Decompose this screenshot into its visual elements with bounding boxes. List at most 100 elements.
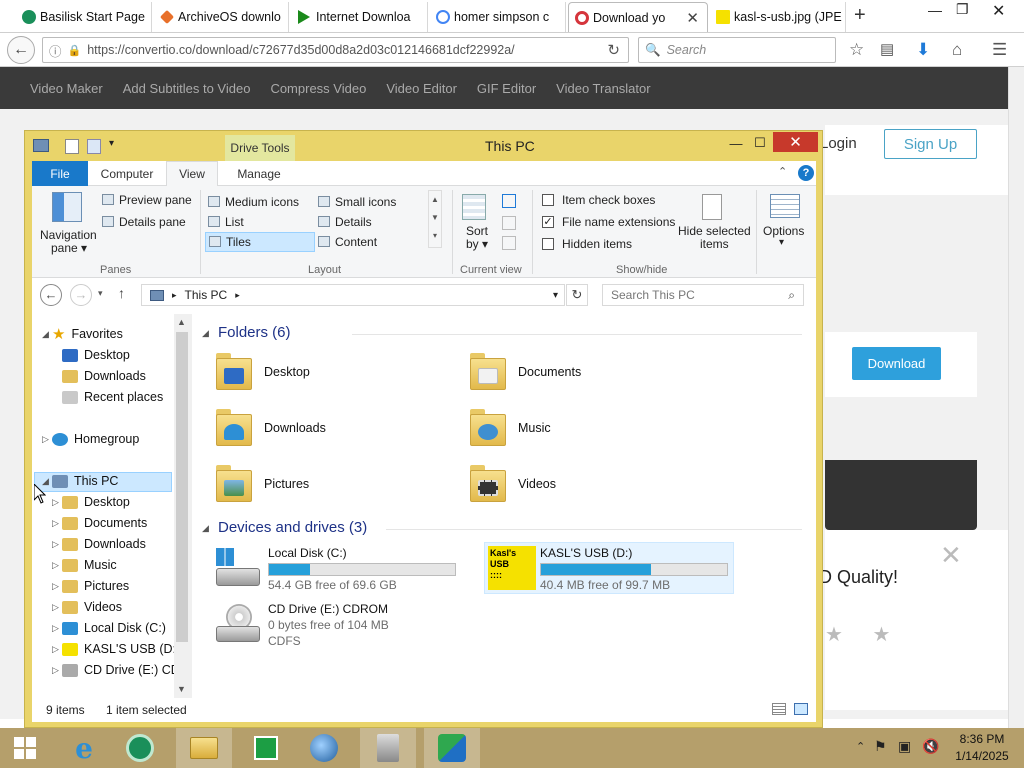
menu-icon[interactable]: ☰ xyxy=(992,40,1007,60)
up-icon[interactable]: ↑ xyxy=(118,285,125,301)
nav-this-pc[interactable]: This PC xyxy=(52,471,118,491)
volume-muted-icon[interactable]: 🔇 xyxy=(922,738,939,755)
browser-search-input[interactable]: 🔍 Search xyxy=(638,37,836,63)
close-browser-button[interactable]: ✕ xyxy=(992,1,1005,21)
refresh-icon[interactable]: ↻ xyxy=(566,284,588,306)
action-center-icon[interactable]: ⚑ xyxy=(874,738,887,755)
explorer-titlebar[interactable]: ▾ Drive Tools This PC — ☐ ✕ xyxy=(25,131,822,161)
taskbar-download-manager[interactable] xyxy=(424,728,480,768)
nav-scrollbar-thumb[interactable] xyxy=(176,332,188,642)
network-icon[interactable]: ▣ xyxy=(898,738,911,755)
reload-icon[interactable]: ↻ xyxy=(607,41,620,59)
download-button[interactable]: Download xyxy=(852,347,941,380)
site-nav-add-subtitles[interactable]: Add Subtitles to Video xyxy=(123,81,251,96)
site-nav-video-maker[interactable]: Video Maker xyxy=(30,81,103,96)
taskbar-usb-tool[interactable] xyxy=(360,728,416,768)
hide-selected-items-button[interactable]: Hide selected items xyxy=(674,190,752,256)
preview-pane-button[interactable]: Preview pane xyxy=(102,193,192,207)
collapse-drives-icon[interactable]: ◢ xyxy=(202,523,209,534)
nav-local-disk[interactable]: Local Disk (C:) xyxy=(62,618,166,638)
layout-tiles[interactable]: Tiles xyxy=(205,232,315,252)
reader-list-icon[interactable]: ▤ xyxy=(880,40,894,58)
login-link[interactable]: Login xyxy=(820,135,857,152)
tab-kasl-usb-jpg[interactable]: kasl-s-usb.jpg (JPE xyxy=(710,2,846,32)
restore-browser-button[interactable]: ❐ xyxy=(956,1,969,18)
new-folder-icon[interactable] xyxy=(87,139,101,154)
favorites-expand-icon[interactable]: ◢ xyxy=(42,329,49,340)
folders-header[interactable]: Folders (6) xyxy=(218,324,291,341)
drive-local-disk[interactable]: Local Disk (C:) 54.4 GB free of 69.6 GB xyxy=(214,546,456,592)
item-check-boxes-checkbox[interactable] xyxy=(542,194,554,206)
taskbar-store[interactable] xyxy=(238,728,294,768)
folder-pictures[interactable]: Pictures xyxy=(214,462,309,506)
layout-content[interactable]: Content xyxy=(318,235,377,249)
clock[interactable]: 8:36 PM 1/14/2025 xyxy=(944,731,1020,765)
explorer-search-input[interactable]: Search This PC ⌕ xyxy=(602,284,804,306)
site-nav-video-editor[interactable]: Video Editor xyxy=(386,81,457,96)
homegroup-expand-icon[interactable]: ▷ xyxy=(42,434,49,445)
sort-by-button[interactable]: Sort by ▾ xyxy=(458,190,494,256)
close-tab-icon[interactable]: ✕ xyxy=(680,9,699,27)
folder-music[interactable]: Music xyxy=(468,406,551,450)
signup-button[interactable]: Sign Up xyxy=(884,129,977,159)
recent-locations-icon[interactable]: ▾ xyxy=(98,288,103,299)
start-button[interactable] xyxy=(0,728,50,768)
taskbar-basilisk[interactable] xyxy=(112,728,168,768)
folder-documents[interactable]: Documents xyxy=(468,350,581,394)
minimize-button[interactable]: — xyxy=(725,132,747,154)
layout-list[interactable]: List xyxy=(208,215,244,229)
bookmark-star-icon[interactable]: ☆ xyxy=(849,40,864,60)
details-pane-button[interactable]: Details pane xyxy=(102,215,186,229)
nav-music[interactable]: Music xyxy=(62,555,117,575)
tab-view[interactable]: View xyxy=(166,161,218,186)
nav-usb[interactable]: KASL'S USB (D:) xyxy=(62,639,180,659)
nav-cd-drive[interactable]: CD Drive (E:) CDF xyxy=(62,660,187,680)
nav-scroll-down-icon[interactable]: ▼ xyxy=(177,684,186,694)
taskbar-internet-explorer[interactable]: e xyxy=(56,728,112,768)
new-tab-button[interactable]: + xyxy=(854,4,866,27)
address-bar[interactable]: ▸ This PC ▸ ▾ xyxy=(141,284,565,306)
hidden-items-label[interactable]: Hidden items xyxy=(562,237,632,251)
info-icon[interactable]: ⓘ xyxy=(49,41,62,60)
back-button[interactable]: ← xyxy=(7,36,35,64)
address-dropdown-icon[interactable]: ▾ xyxy=(553,290,558,301)
nav-videos[interactable]: Videos xyxy=(62,597,122,617)
nav-downloads[interactable]: Downloads xyxy=(62,534,146,554)
file-name-extensions-label[interactable]: File name extensions xyxy=(562,215,675,229)
show-hidden-icons[interactable]: ⌃ xyxy=(856,740,865,753)
tab-archiveos[interactable]: ArchiveOS downlo xyxy=(154,2,289,32)
tab-homer-simpson[interactable]: homer simpson c xyxy=(430,2,566,32)
large-icons-view-icon[interactable] xyxy=(794,703,808,715)
nav-fav-desktop[interactable]: Desktop xyxy=(62,345,130,365)
navigation-pane-button[interactable]: Navigation pane ▾ xyxy=(36,188,98,258)
taskbar-file-explorer[interactable] xyxy=(176,728,232,768)
nav-fav-downloads[interactable]: Downloads xyxy=(62,366,146,386)
rating-stars[interactable]: ★ ★ xyxy=(825,622,902,647)
nav-pictures[interactable]: Pictures xyxy=(62,576,129,596)
home-icon[interactable]: ⌂ xyxy=(952,40,962,60)
nav-homegroup[interactable]: Homegroup xyxy=(52,429,139,449)
site-nav-gif-editor[interactable]: GIF Editor xyxy=(477,81,536,96)
properties-icon[interactable] xyxy=(65,139,79,154)
collapse-ribbon-icon[interactable]: ⌃ xyxy=(778,165,787,178)
options-button[interactable]: Options ▾ xyxy=(760,190,810,256)
folder-videos[interactable]: Videos xyxy=(468,462,556,506)
help-icon[interactable]: ? xyxy=(798,165,814,181)
tab-computer[interactable]: Computer xyxy=(92,161,162,186)
layout-small-icons[interactable]: Small icons xyxy=(318,195,396,209)
nav-scroll-up-icon[interactable]: ▲ xyxy=(177,317,186,327)
quick-access-dropdown-icon[interactable]: ▾ xyxy=(109,138,114,149)
close-popup-icon[interactable]: ✕ xyxy=(940,540,962,571)
page-scrollbar[interactable] xyxy=(1008,67,1024,728)
nav-recent-places[interactable]: Recent places xyxy=(62,387,163,407)
back-icon[interactable]: ← xyxy=(40,284,62,306)
group-by-icon[interactable] xyxy=(502,194,516,208)
url-bar[interactable]: ⓘ 🔒 https://convertio.co/download/c72677… xyxy=(42,37,629,63)
tab-basilisk[interactable]: Basilisk Start Page xyxy=(16,2,152,32)
drives-header[interactable]: Devices and drives (3) xyxy=(218,519,367,536)
tab-manage[interactable]: Manage xyxy=(224,161,294,186)
nav-documents[interactable]: Documents xyxy=(62,513,147,533)
drive-usb[interactable]: Kasl's USB:::: KASL'S USB (D:) 40.4 MB fr… xyxy=(488,546,728,592)
folder-desktop[interactable]: Desktop xyxy=(214,350,310,394)
hidden-items-checkbox[interactable] xyxy=(542,238,554,250)
